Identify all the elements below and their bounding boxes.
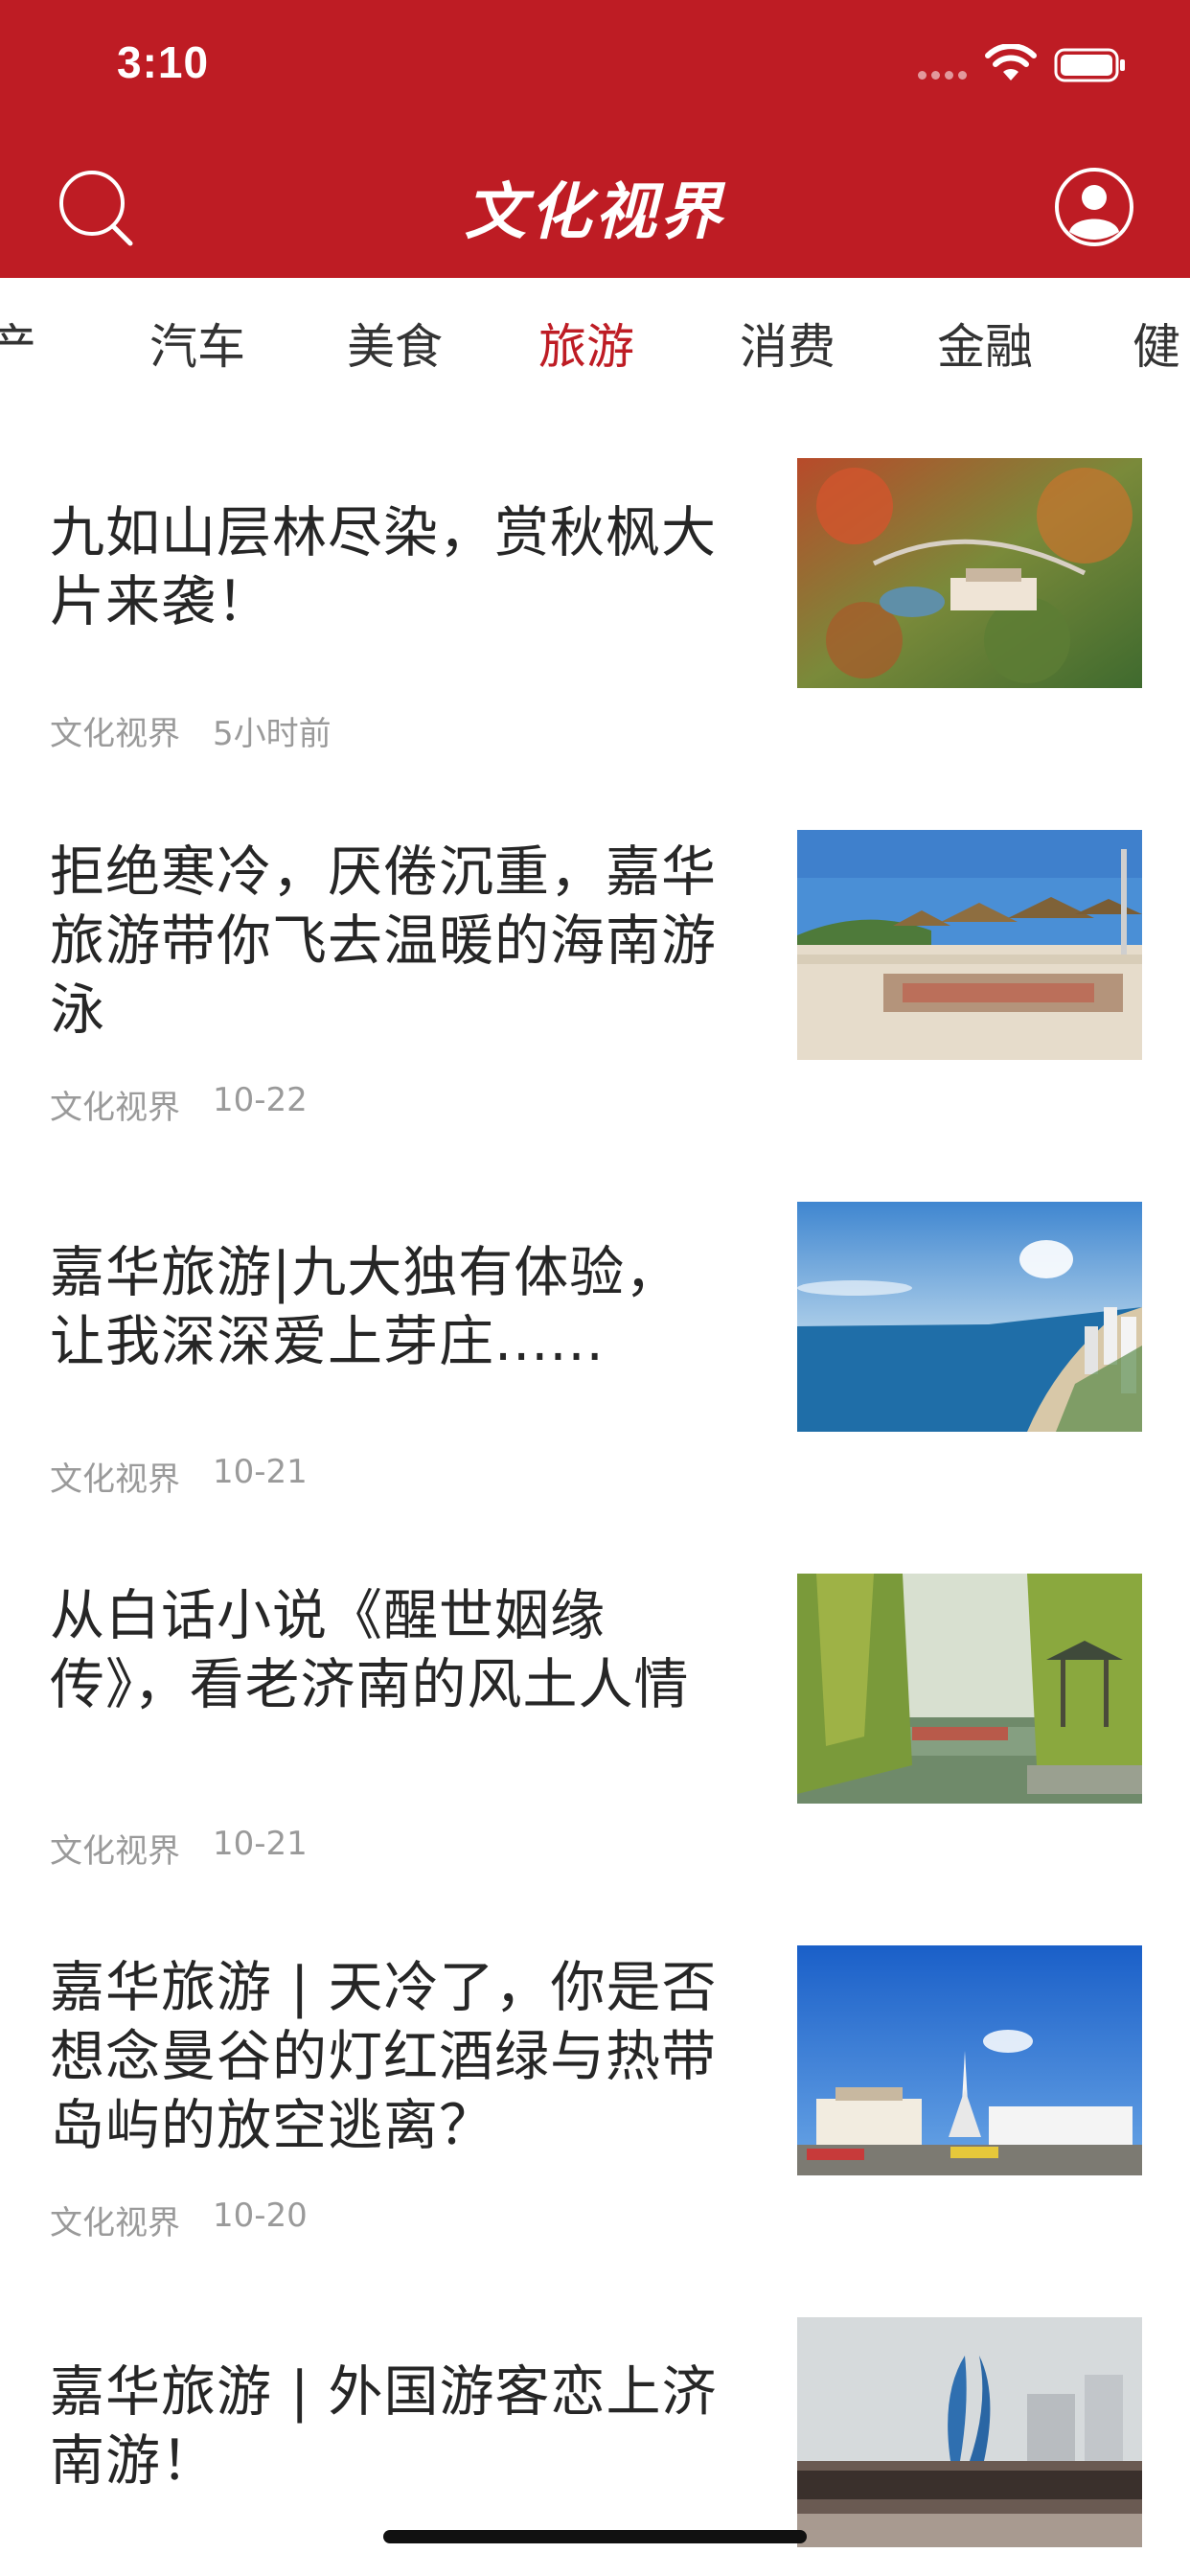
article-source: 文化视界: [50, 1089, 180, 1127]
article-title: 从白话小说《醒世姻缘传》，看老济南的风土人情: [50, 1584, 690, 1716]
tab-consumption[interactable]: 消费: [740, 318, 835, 376]
article-item[interactable]: 嘉华旅游 | 天冷了，你是否想念曼谷的灯红酒绿与热带岛屿的放空逃离？ 文化视界 …: [0, 1944, 1190, 2315]
article-meta: 文化视界 10-21: [50, 1825, 308, 1872]
article-source: 文化视界: [50, 1460, 180, 1499]
article-time: 5小时前: [213, 715, 332, 753]
article-item[interactable]: 拒绝寒冷，厌倦沉重，嘉华旅游带你飞去温暖的海南游泳 文化视界 10-22: [0, 828, 1190, 1200]
article-meta: 文化视界 10-22: [50, 1081, 308, 1128]
article-meta: 文化视界 10-20: [50, 2196, 308, 2243]
article-title: 嘉华旅游 | 天冷了，你是否想念曼谷的灯红酒绿与热带岛屿的放空逃离？: [50, 1956, 718, 2157]
app-header: 3:10 文化视界: [0, 0, 1190, 278]
article-time: 10-22: [213, 1081, 308, 1119]
article-title: 九如山层林尽染，赏秋枫大片来袭！: [50, 501, 717, 633]
article-item[interactable]: 从白话小说《醒世姻缘传》，看老济南的风土人情 文化视界 10-21: [0, 1572, 1190, 1944]
article-meta: 文化视界 5小时前: [50, 707, 332, 754]
status-time: 3:10: [117, 37, 210, 87]
tab-cars[interactable]: 汽车: [149, 318, 245, 376]
article-thumbnail: [797, 2317, 1142, 2547]
cellular-signal-icon: [918, 71, 967, 80]
article-meta: 文化视界 10-21: [50, 1453, 308, 1500]
wifi-icon: [985, 44, 1037, 80]
article-time: 10-21: [213, 1825, 308, 1863]
article-thumbnail: [797, 1202, 1142, 1432]
article-item[interactable]: 嘉华旅游|九大独有体验，让我深深爱上芽庄...... 文化视界 10-21: [0, 1200, 1190, 1572]
user-avatar-icon: [1055, 168, 1133, 246]
tab-travel[interactable]: 旅游: [538, 318, 634, 376]
article-thumbnail: [797, 1574, 1142, 1804]
battery-icon: [1054, 48, 1125, 82]
article-thumbnail: [797, 458, 1142, 688]
tab-food[interactable]: 美食: [347, 318, 443, 376]
article-source: 文化视界: [50, 715, 180, 753]
article-title: 嘉华旅游|九大独有体验，让我深深爱上芽庄......: [50, 1241, 681, 1373]
article-source: 文化视界: [50, 1832, 180, 1871]
category-tabs: 产 汽车 美食 旅游 消费 金融 健: [0, 278, 1190, 422]
home-indicator[interactable]: [383, 2530, 807, 2543]
article-item[interactable]: 九如山层林尽染，赏秋枫大片来袭！ 文化视界 5小时前: [0, 456, 1190, 828]
article-thumbnail: [797, 1945, 1142, 2175]
profile-button[interactable]: [1054, 167, 1134, 247]
tab-finance[interactable]: 金融: [937, 318, 1033, 376]
article-time: 10-21: [213, 1453, 308, 1491]
app-title-logo: 文化视界: [465, 176, 725, 248]
article-thumbnail: [797, 830, 1142, 1060]
article-time: 10-20: [213, 2196, 308, 2235]
tab-health-partial[interactable]: 健: [1133, 318, 1180, 376]
article-source: 文化视界: [50, 2204, 180, 2242]
article-title: 拒绝寒冷，厌倦沉重，嘉华旅游带你飞去温暖的海南游泳: [50, 840, 717, 1042]
tab-partial-left[interactable]: 产: [0, 318, 36, 376]
article-title: 嘉华旅游 | 外国游客恋上济南游！: [50, 2360, 718, 2493]
